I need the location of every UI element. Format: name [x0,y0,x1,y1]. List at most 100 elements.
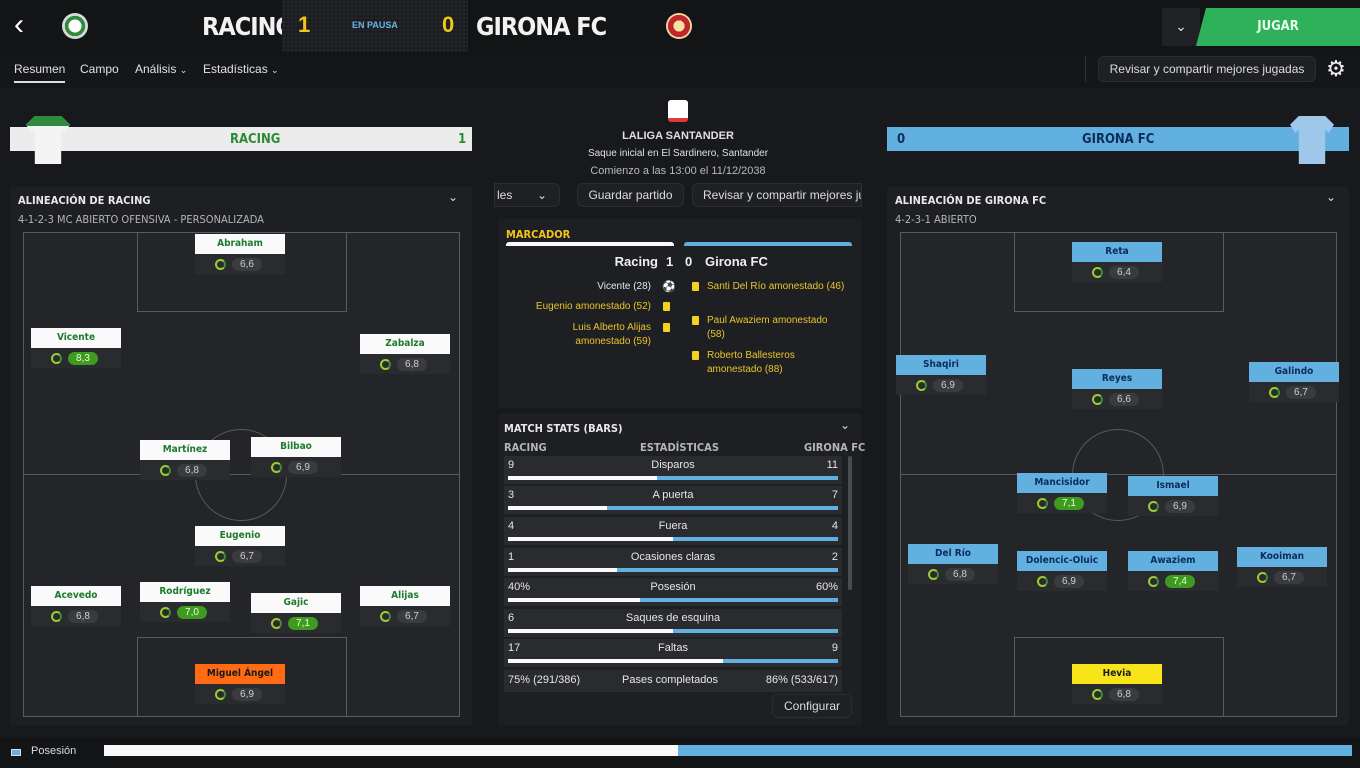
player-rating-row: 6,7 [360,606,450,626]
scrollbar[interactable] [848,456,852,590]
player-card[interactable]: Rodríguez 7,0 [140,582,230,622]
player-name: Abraham [195,234,285,254]
stat-bar-home [508,506,607,510]
back-arrow-icon[interactable]: ‹ [14,10,40,40]
player-card[interactable]: Acevedo 6,8 [31,586,121,626]
stat-bar-away [673,629,838,633]
possession-icon [11,749,21,756]
chevron-down-icon[interactable]: ⌄ [1326,190,1336,204]
stat-away-value: 4 [831,520,838,532]
player-rating-row: 8,3 [31,348,121,368]
review-share-button-2[interactable]: Revisar y compartir mejores ju [692,183,862,207]
yellow-card-icon [663,323,670,332]
player-rating: 6,8 [945,568,975,581]
stat-row-passes: 75% (291/386) Pases completados 86% (533… [504,670,842,692]
player-rating: 6,6 [1109,393,1139,406]
player-card[interactable]: Shaqiri 6,9 [896,355,986,395]
rating-icon [271,618,282,629]
stat-row: 9 Disparos 11 [504,456,842,484]
player-card[interactable]: Martínez 6,8 [140,440,230,480]
tab-resumen[interactable]: Resumen [14,62,66,83]
player-rating: 6,9 [1054,575,1084,588]
player-card[interactable]: Alijas 6,7 [360,586,450,626]
save-match-button[interactable]: Guardar partido [577,183,684,207]
player-rating-row: 6,9 [896,375,986,395]
player-card[interactable]: Reta 6,4 [1072,242,1162,282]
possession-label: Posesión [31,745,77,757]
player-rating-row: 6,8 [908,564,998,584]
stat-bar-home [508,629,673,633]
player-card[interactable]: Vicente 8,3 [31,328,121,368]
stat-label: Posesión [650,581,696,593]
away-formation: 4-2-3-1 ABIERTO [895,213,977,226]
home-band-name: RACING [230,132,281,147]
player-rating-row: 6,8 [1072,684,1162,704]
passes-away: 86% (533/617) [765,674,838,686]
player-card[interactable]: Galindo 6,7 [1249,362,1339,402]
player-card[interactable]: Ismael 6,9 [1128,476,1218,516]
player-card[interactable]: Dolencic-Oluic 6,9 [1017,551,1107,591]
player-rating-row: 6,7 [195,546,285,566]
player-card[interactable]: Abraham 6,6 [195,234,285,274]
player-name: Rodríguez [140,582,230,602]
tab-campo[interactable]: Campo [80,62,119,76]
player-name: Ismael [1128,476,1218,496]
tab-estadisticas-label: Estadísticas [203,62,268,76]
player-card[interactable]: Miguel Ángel 6,9 [195,664,285,704]
player-rating: 6,7 [1286,386,1316,399]
chevron-down-icon[interactable]: ⌄ [840,418,850,432]
player-name: Shaqiri [896,355,986,375]
tab-estadisticas[interactable]: Estadísticas ⌄ [203,62,279,76]
rating-icon [1092,689,1103,700]
stat-bar-away [723,659,838,663]
player-card[interactable]: Del Río 6,8 [908,544,998,584]
player-card[interactable]: Awaziem 7,4 [1128,551,1218,591]
stat-row: 4 Fuera 4 [504,517,842,545]
player-card[interactable]: Gajic 7,1 [251,593,341,633]
stats-col-mid: ESTADÍSTICAS [640,441,719,454]
rating-icon [1037,576,1048,587]
player-rating: 7,0 [177,606,207,619]
player-rating: 6,4 [1109,266,1139,279]
player-card[interactable]: Hevia 6,8 [1072,664,1162,704]
player-card[interactable]: Mancisidor 7,1 [1017,473,1107,513]
player-rating: 6,8 [397,358,427,371]
play-options-chevron-icon[interactable]: ⌄ [1162,8,1200,46]
player-card[interactable]: Kooiman 6,7 [1237,547,1327,587]
player-card[interactable]: Reyes 6,6 [1072,369,1162,409]
away-event: Santi Del Río amonestado (46) [707,281,845,292]
left-truncated-button[interactable]: les ⌄ [494,183,560,207]
rating-icon [215,259,226,270]
tab-analisis[interactable]: Análisis ⌄ [135,62,187,76]
rating-icon [380,359,391,370]
rating-icon [1148,576,1159,587]
scoreboard-title: MARCADOR [506,228,571,241]
chevron-down-icon[interactable]: ⌄ [448,190,458,204]
left-truncated-label: les [497,188,513,202]
player-name: Del Río [908,544,998,564]
configure-button[interactable]: Configurar [772,694,852,718]
player-rating: 6,6 [232,258,262,271]
yellow-card-icon [692,282,699,291]
player-card[interactable]: Bilbao 6,9 [251,437,341,477]
yellow-card-icon [692,316,699,325]
player-rating: 6,8 [1109,688,1139,701]
rating-icon [1092,267,1103,278]
yellow-card-icon [663,302,670,311]
player-rating: 7,1 [1054,497,1084,510]
rating-icon [160,465,171,476]
player-name: Reyes [1072,369,1162,389]
player-name: Vicente [31,328,121,348]
play-button[interactable]: JUGAR [1196,8,1360,46]
rating-icon [916,380,927,391]
review-share-button[interactable]: Revisar y compartir mejores jugadas [1098,56,1316,82]
player-rating: 6,7 [1274,571,1304,584]
gear-icon[interactable]: ⚙ [1322,56,1350,82]
stat-away-value: 60% [815,581,838,593]
player-card[interactable]: Eugenio 6,7 [195,526,285,566]
player-rating-row: 7,1 [251,613,341,633]
home-band: RACING 1 [10,127,472,151]
player-card[interactable]: Zabalza 6,8 [360,334,450,374]
stat-row: 17 Faltas 9 [504,639,842,667]
stat-row: 1 Ocasiones claras 2 [504,548,842,576]
